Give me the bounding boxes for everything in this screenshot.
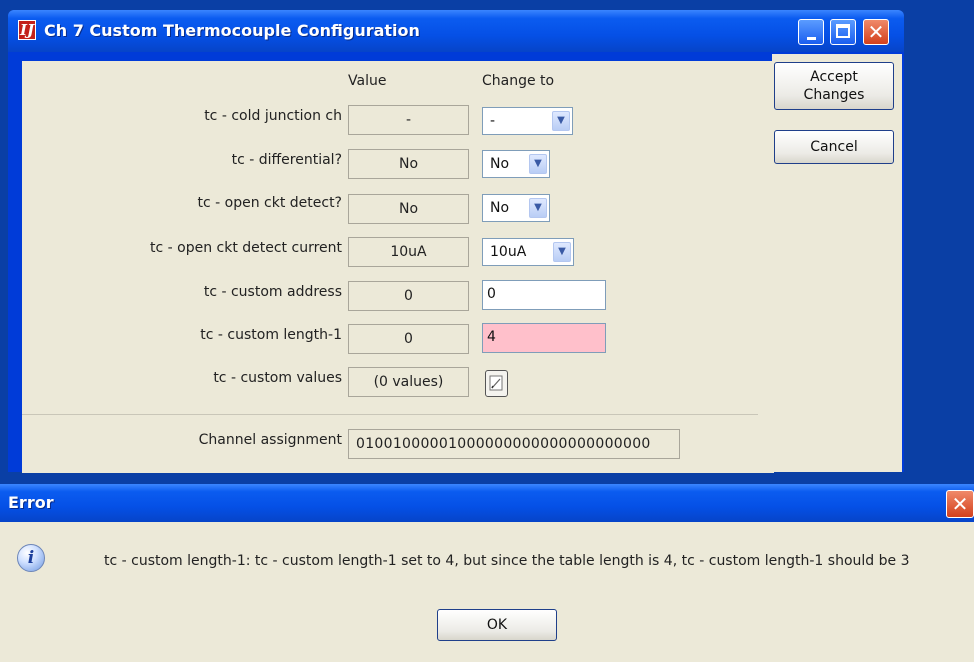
change-to-column-header: Change to (482, 73, 555, 89)
differential-selected: No (490, 156, 510, 172)
chevron-down-icon[interactable]: ▼ (529, 154, 547, 174)
error-dialog: Error ✕ i tc - custom length-1: tc - cus… (0, 484, 974, 662)
close-button[interactable]: ✕ (863, 19, 889, 45)
separator (22, 414, 758, 415)
error-title: Error (8, 493, 54, 512)
minimize-button[interactable] (798, 19, 824, 45)
custom-values-value: (0 values) (348, 367, 469, 397)
custom-length-value: 0 (348, 324, 469, 354)
differential-label: tc - differential? (231, 152, 342, 168)
maximize-button[interactable] (830, 19, 856, 45)
close-icon: ✕ (951, 492, 969, 516)
accept-changes-button[interactable]: Accept Changes (774, 62, 894, 110)
accept-label-line2: Changes (803, 87, 865, 103)
open-ckt-detect-label: tc - open ckt detect? (197, 195, 343, 211)
error-message: tc - custom length-1: tc - custom length… (104, 553, 910, 569)
value-column-header: Value (348, 73, 387, 89)
error-close-button[interactable]: ✕ (946, 490, 974, 518)
custom-address-label: tc - custom address (203, 284, 342, 300)
custom-address-value: 0 (348, 281, 469, 311)
cold-junction-label: tc - cold junction ch (204, 108, 342, 124)
ok-button[interactable]: OK (437, 609, 557, 641)
title-bar[interactable]: IJ Ch 7 Custom Thermocouple Configuratio… (8, 10, 904, 52)
close-icon: ✕ (867, 20, 885, 44)
cold-junction-dropdown[interactable]: - ▼ (482, 107, 573, 135)
settings-panel: Value Change to tc - cold junction ch - … (22, 61, 774, 473)
chevron-down-icon[interactable]: ▼ (552, 111, 570, 131)
edit-icon (489, 375, 503, 391)
open-ckt-current-dropdown[interactable]: 10uA ▼ (482, 238, 574, 266)
error-body: i tc - custom length-1: tc - custom leng… (0, 522, 974, 662)
config-window: IJ Ch 7 Custom Thermocouple Configuratio… (8, 10, 904, 473)
error-title-bar[interactable]: Error ✕ (0, 484, 974, 522)
app-icon: IJ (18, 20, 36, 40)
maximize-icon (836, 24, 850, 38)
window-title: Ch 7 Custom Thermocouple Configuration (44, 21, 420, 40)
differential-dropdown[interactable]: No ▼ (482, 150, 550, 178)
channel-assignment-value: 01001000001000000000000000000000 (348, 429, 680, 459)
custom-values-label: tc - custom values (213, 370, 342, 386)
channel-assignment-label: Channel assignment (198, 432, 342, 448)
edit-custom-values-button[interactable] (485, 370, 508, 397)
open-ckt-current-selected: 10uA (490, 244, 527, 260)
custom-length-label: tc - custom length-1 (200, 327, 342, 343)
open-ckt-current-value: 10uA (348, 237, 469, 267)
open-ckt-detect-value: No (348, 194, 469, 224)
open-ckt-detect-dropdown[interactable]: No ▼ (482, 194, 550, 222)
open-ckt-current-label: tc - open ckt detect current (149, 240, 342, 256)
open-ckt-detect-selected: No (490, 200, 510, 216)
custom-length-input[interactable]: 4 (482, 323, 606, 353)
minimize-icon (807, 37, 816, 40)
accept-label-line1: Accept (810, 69, 858, 85)
differential-value: No (348, 149, 469, 179)
info-icon: i (17, 544, 45, 572)
cold-junction-value: - (348, 105, 469, 135)
button-panel: Accept Changes Cancel (772, 54, 902, 472)
cancel-button[interactable]: Cancel (774, 130, 894, 164)
chevron-down-icon[interactable]: ▼ (553, 242, 571, 262)
custom-address-input[interactable]: 0 (482, 280, 606, 310)
cold-junction-selected: - (490, 113, 496, 129)
chevron-down-icon[interactable]: ▼ (529, 198, 547, 218)
